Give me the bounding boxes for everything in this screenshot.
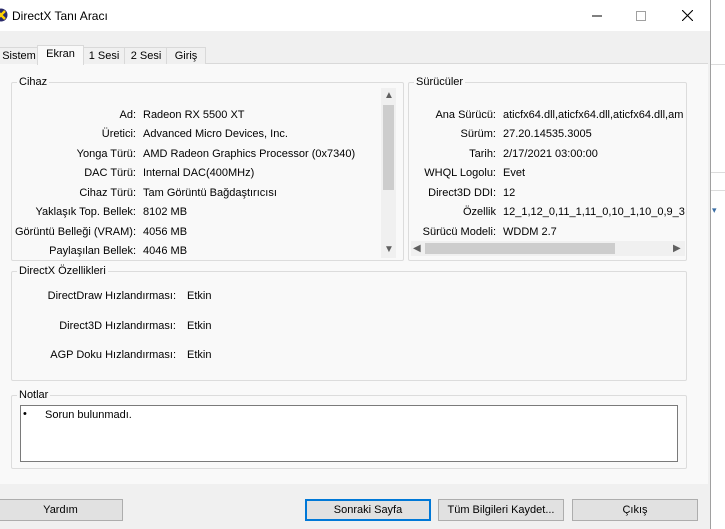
total-memory-label: Yaklaşık Top. Bellek:	[35, 206, 136, 218]
feature-levels-value: 12_1,12_0,11_1,11_0,10_1,10_0,9_3	[503, 206, 685, 218]
d3d-ddi-label: Direct3D DDI:	[428, 187, 496, 199]
device-group-title: Cihaz	[17, 76, 50, 88]
direct3d-label: Direct3D Hızlandırması:	[59, 320, 176, 332]
dac-type-label: DAC Türü:	[84, 167, 136, 179]
directdraw-value: Etkin	[187, 290, 212, 302]
feature-levels-label: Özellik	[462, 206, 496, 218]
drivers-scroll-thumb[interactable]	[425, 243, 615, 254]
date-value: 2/17/2021 03:00:00	[503, 148, 598, 160]
driver-model-label: Sürücü Modeli:	[422, 226, 496, 238]
scroll-down-icon[interactable]: ▼	[384, 244, 394, 255]
close-icon	[681, 10, 693, 21]
minimize-button[interactable]	[574, 0, 620, 31]
shared-memory-value: 4046 MB	[143, 245, 188, 257]
main-driver-label: Ana Sürücü:	[435, 109, 496, 121]
title-bar[interactable]: DirectX Tanı Aracı	[0, 0, 710, 31]
scroll-right-icon[interactable]: ▶	[673, 243, 681, 254]
directx-diagnostic-window: DirectX Tanı Aracı Sistem Ekran 1 Sesi 2…	[0, 0, 711, 529]
tab-input[interactable]: Giriş	[166, 47, 206, 64]
background-window	[711, 0, 725, 529]
minimize-icon	[592, 15, 602, 16]
vram-value: 4056 MB	[143, 226, 188, 238]
device-scroll-thumb[interactable]	[383, 105, 394, 190]
manufacturer-label: Üretici:	[101, 128, 136, 140]
total-memory-value: 8102 MB	[143, 206, 188, 218]
notes-item: Sorun bulunmadı.	[45, 409, 132, 421]
manufacturer-value: Advanced Micro Devices, Inc.	[143, 128, 288, 140]
tab-sound-1[interactable]: 1 Sesi	[82, 47, 126, 64]
save-all-info-button[interactable]: Tüm Bilgileri Kaydet...	[438, 499, 564, 521]
background-divider	[711, 190, 725, 191]
chip-type-value: AMD Radeon Graphics Processor (0x7340)	[143, 148, 356, 160]
window-title: DirectX Tanı Aracı	[12, 9, 108, 23]
version-value: 27.20.14535.3005	[503, 128, 592, 140]
background-divider	[711, 64, 725, 65]
chevron-down-icon: ▾	[712, 205, 717, 215]
device-type-label: Cihaz Türü:	[79, 187, 136, 199]
exit-button[interactable]: Çıkış	[572, 499, 698, 521]
tab-display[interactable]: Ekran	[37, 45, 84, 65]
whql-value: Evet	[503, 167, 526, 179]
shared-memory-label: Paylaşılan Bellek:	[49, 245, 136, 257]
main-driver-value: aticfx64.dll,aticfx64.dll,aticfx64.dll,a…	[503, 109, 684, 121]
date-label: Tarih:	[469, 148, 496, 160]
dac-type-value: Internal DAC(400MHz)	[143, 167, 255, 179]
scroll-left-icon[interactable]: ◀	[413, 243, 421, 254]
device-name-value: Radeon RX 5500 XT	[143, 109, 245, 121]
directx-features-title: DirectX Özellikleri	[17, 265, 108, 277]
help-button[interactable]: Yardım	[0, 499, 123, 521]
close-button[interactable]	[664, 0, 710, 31]
d3d-ddi-value: 12	[503, 187, 516, 199]
drivers-list: Ana Sürücü: aticfx64.dll,aticfx64.dll,at…	[409, 100, 685, 241]
direct3d-value: Etkin	[187, 320, 212, 332]
next-page-button[interactable]: Sonraki Sayfa	[305, 499, 431, 521]
notes-group-title: Notlar	[17, 389, 51, 401]
tab-system[interactable]: Sistem	[0, 47, 39, 64]
maximize-icon	[636, 10, 646, 21]
bullet-icon: •	[23, 408, 27, 420]
version-label: Sürüm:	[460, 128, 496, 140]
device-name-label: Ad:	[119, 109, 136, 121]
device-type-value: Tam Görüntü Bağdaştırıcısı	[143, 187, 277, 199]
agp-label: AGP Doku Hızlandırması:	[50, 349, 176, 361]
scroll-up-icon[interactable]: ▲	[384, 90, 394, 101]
chip-type-label: Yonga Türü:	[76, 148, 136, 160]
drivers-group-title: Sürücüler	[414, 76, 466, 88]
agp-value: Etkin	[187, 349, 212, 361]
background-divider	[711, 172, 725, 173]
vram-label: Görüntü Belleği (VRAM):	[14, 226, 136, 238]
driver-model-value: WDDM 2.7	[503, 226, 557, 238]
directdraw-label: DirectDraw Hızlandırması:	[47, 290, 176, 302]
notes-textbox[interactable]: • Sorun bulunmadı.	[20, 405, 678, 462]
maximize-button[interactable]	[618, 0, 664, 31]
directx-app-icon	[0, 8, 8, 22]
tab-sound-2[interactable]: 2 Sesi	[124, 47, 168, 64]
whql-label: WHQL Logolu:	[424, 167, 496, 179]
